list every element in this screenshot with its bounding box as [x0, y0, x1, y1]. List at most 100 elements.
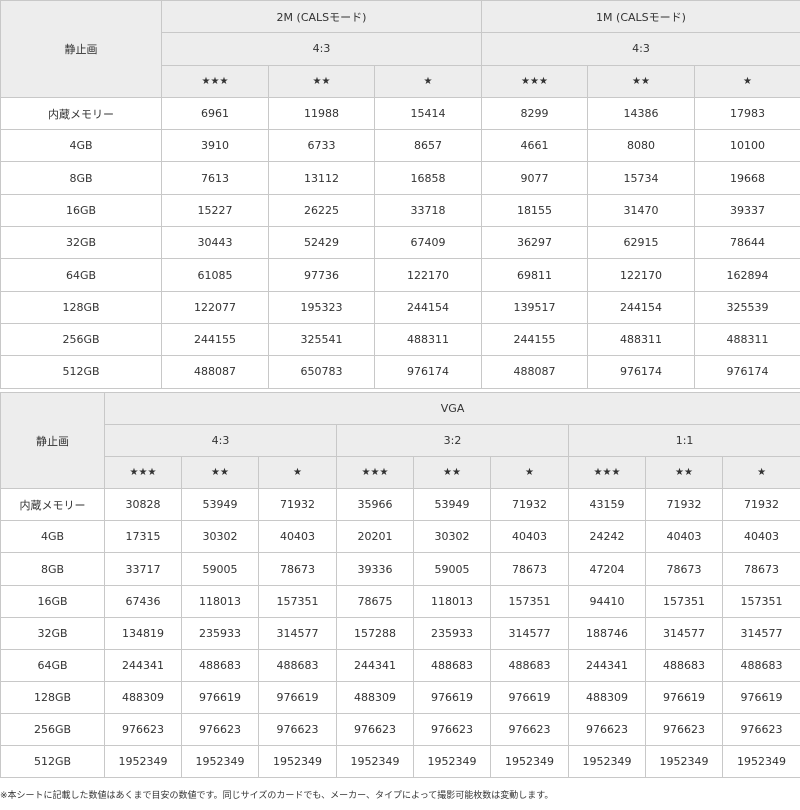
- table-cell: 8299: [481, 96, 588, 131]
- table-cell: 33717: [104, 552, 182, 586]
- table-cell: 40403: [721, 520, 800, 554]
- table-cell: 976619: [181, 680, 259, 714]
- table-cell: 139517: [481, 290, 588, 324]
- table-cell: 78673: [258, 552, 337, 586]
- table-cell: 650783: [268, 355, 375, 389]
- corner-label: 静止画: [0, 0, 162, 98]
- table-cell: 118013: [181, 584, 259, 618]
- row-label: 8GB: [0, 552, 105, 586]
- group-header: 2M (CALSモード): [161, 0, 482, 34]
- table-cell: 40403: [645, 520, 723, 554]
- table-cell: 26225: [268, 193, 375, 228]
- table-cell: 15227: [161, 193, 269, 228]
- table-cell: 78675: [336, 584, 414, 618]
- table-cell: 488309: [104, 680, 182, 714]
- table-cell: 488683: [490, 648, 569, 682]
- table-body: 内蔵メモリー 6961 11988 15414 8299 14386 17983 4GB 391…: [0, 96, 800, 389]
- table-row: 内蔵メモリー 30828 53949 71932 35966 53949 71932 4315…: [0, 488, 800, 522]
- quality-header: ★: [374, 64, 482, 98]
- row-label: 内蔵メモリー: [0, 488, 105, 522]
- table-cell: 157288: [336, 616, 414, 650]
- row-label: 内蔵メモリー: [0, 96, 162, 131]
- table-cell: 6961: [161, 96, 269, 131]
- table-cell: 976623: [413, 712, 491, 747]
- table-cell: 488309: [568, 680, 646, 714]
- table-cell: 122170: [374, 258, 482, 292]
- table-cell: 488683: [721, 648, 800, 682]
- table-row: 16GB 67436 118013 157351 78675 118013 157351 94…: [0, 584, 800, 618]
- table-cell: 244341: [336, 648, 414, 682]
- table-cell: 244341: [104, 648, 182, 682]
- table-cell: 35966: [336, 488, 414, 522]
- table-cell: 157351: [258, 584, 337, 618]
- row-label: 4GB: [0, 129, 162, 163]
- row-label: 4GB: [0, 520, 105, 554]
- table-cell: 78673: [490, 552, 569, 586]
- table-cell: 314577: [490, 616, 569, 650]
- table-row: 128GB 488309 976619 976619 488309 976619 97661…: [0, 680, 800, 714]
- table-cell: 118013: [413, 584, 491, 618]
- table-cell: 97736: [268, 258, 375, 292]
- row-label: 32GB: [0, 616, 105, 650]
- table-cell: 1952349: [490, 745, 569, 779]
- table-row: 32GB 134819 235933 314577 157288 235933 314577…: [0, 616, 800, 650]
- group-header: VGA: [103, 391, 800, 426]
- table-cell: 976623: [258, 712, 337, 747]
- table-cell: 31470: [587, 193, 695, 228]
- table-cell: 976619: [258, 680, 337, 714]
- table-row: 4GB 3910 6733 8657 4661 8080 10100: [0, 129, 800, 163]
- table-cell: 94410: [568, 584, 646, 618]
- table-cell: 1952349: [104, 745, 182, 779]
- table-cell: 976174: [694, 355, 800, 389]
- table-row: 256GB 244155 325541 488311 244155 488311 48831…: [0, 322, 800, 357]
- table-cell: 976623: [104, 712, 182, 747]
- row-label: 16GB: [0, 584, 105, 618]
- quality-header: ★★: [181, 456, 259, 490]
- table-row: 64GB 61085 97736 122170 69811 122170 162894: [0, 258, 800, 292]
- row-label: 512GB: [0, 745, 105, 779]
- table-cell: 244154: [374, 290, 482, 324]
- table-cell: 976174: [587, 355, 695, 389]
- table-cell: 325539: [694, 290, 800, 324]
- table-cell: 488087: [161, 355, 269, 389]
- table-cell: 43159: [568, 488, 646, 522]
- table-row: 256GB 976623 976623 976623 976623 976623 97662…: [0, 712, 800, 747]
- table-cell: 122077: [161, 290, 269, 324]
- table-cell: 157351: [490, 584, 569, 618]
- table-row: 512GB 488087 650783 976174 488087 976174 97617…: [0, 355, 800, 389]
- table-cell: 1952349: [181, 745, 259, 779]
- table-cell: 976623: [645, 712, 723, 747]
- table-cell: 15734: [587, 161, 695, 195]
- table-cell: 47204: [568, 552, 646, 586]
- table-cell: 488309: [336, 680, 414, 714]
- table-cell: 10100: [694, 129, 800, 163]
- table-cell: 67436: [104, 584, 182, 618]
- table-cell: 976623: [721, 712, 800, 747]
- table-cell: 17983: [694, 96, 800, 131]
- table-cell: 134819: [104, 616, 182, 650]
- row-label: 512GB: [0, 355, 162, 389]
- table-cell: 69811: [481, 258, 588, 292]
- table-row: 4GB 17315 30302 40403 20201 30302 40403 24242 40…: [0, 520, 800, 554]
- aspect-header: 4:3: [161, 32, 482, 66]
- table-cell: 1952349: [336, 745, 414, 779]
- footnote: ※本シートに記載した数値はあくまで目安の数値です。同じサイズのカードでも、メーカ…: [0, 791, 554, 801]
- quality-header: ★★: [268, 64, 375, 98]
- table-cell: 6733: [268, 129, 375, 163]
- table-cell: 16858: [374, 161, 482, 195]
- table-cell: 8080: [587, 129, 695, 163]
- table-cell: 488683: [181, 648, 259, 682]
- row-label: 32GB: [0, 226, 162, 260]
- table-cell: 488683: [413, 648, 491, 682]
- table-cell: 71932: [721, 488, 800, 522]
- table-cell: 8657: [374, 129, 482, 163]
- table-cell: 59005: [181, 552, 259, 586]
- table-cell: 976619: [490, 680, 569, 714]
- table-cell: 24242: [568, 520, 646, 554]
- table-cell: 244341: [568, 648, 646, 682]
- table-cell: 40403: [258, 520, 337, 554]
- table-cell: 11988: [268, 96, 375, 131]
- quality-header: ★: [490, 456, 569, 490]
- table-cell: 14386: [587, 96, 695, 131]
- quality-header: ★: [694, 64, 800, 98]
